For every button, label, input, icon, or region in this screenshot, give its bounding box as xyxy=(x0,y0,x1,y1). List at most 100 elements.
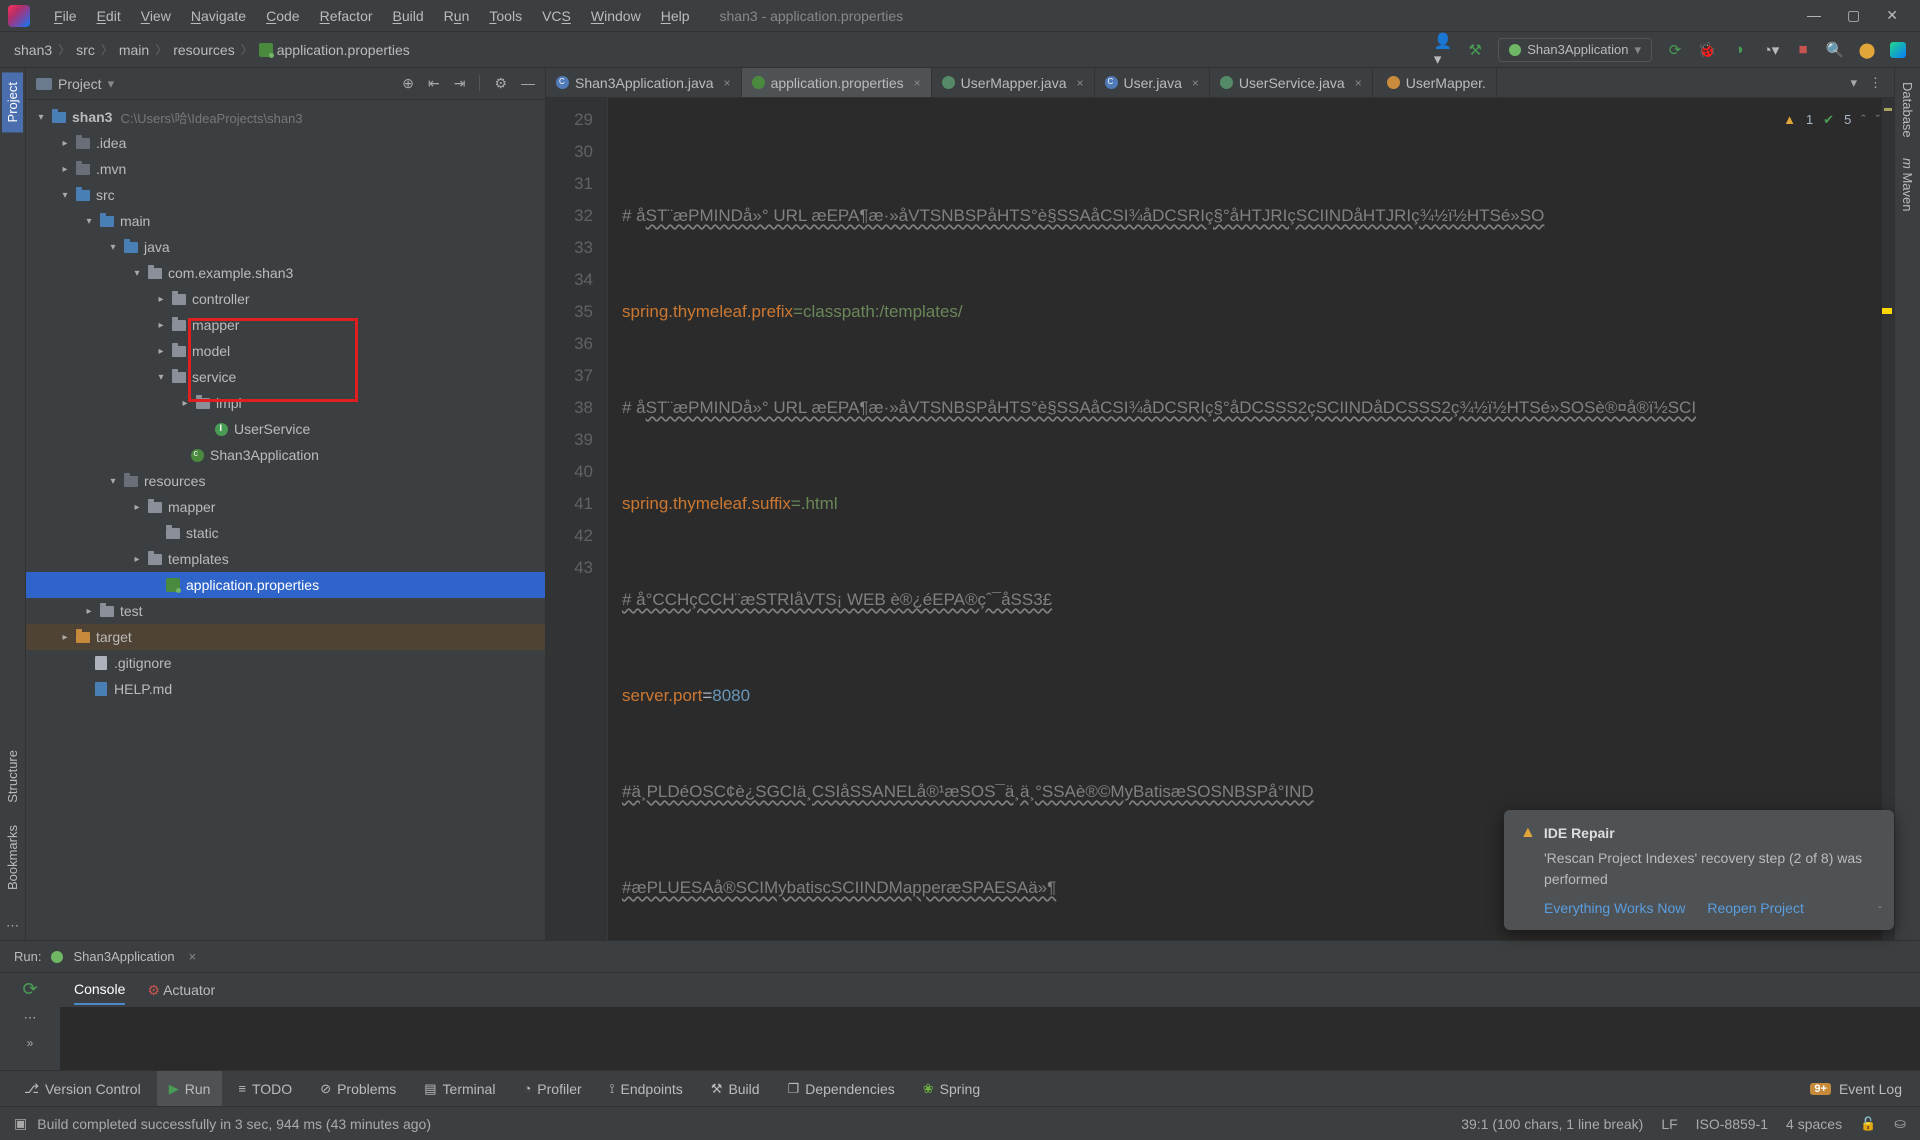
file-encoding[interactable]: ISO-8859-1 xyxy=(1696,1116,1768,1132)
tree-item-resources[interactable]: resources xyxy=(144,473,205,489)
chevron-down-icon[interactable]: ▾ xyxy=(1850,75,1857,91)
caret-position[interactable]: 39:1 (100 chars, 1 line break) xyxy=(1461,1116,1643,1132)
menu-file[interactable]: File xyxy=(44,8,87,24)
menu-edit[interactable]: Edit xyxy=(87,8,131,24)
menu-navigate[interactable]: Navigate xyxy=(181,8,256,24)
tree-item-app[interactable]: Shan3Application xyxy=(210,447,319,463)
close-tab-icon[interactable]: × xyxy=(1355,76,1362,90)
tool-database[interactable]: Database xyxy=(1897,72,1918,148)
tree-item-impl[interactable]: impl xyxy=(216,395,242,411)
tree-item-target[interactable]: target xyxy=(96,629,132,645)
tree-item-mapper[interactable]: mapper xyxy=(192,317,239,333)
user-icon[interactable]: 👤▾ xyxy=(1434,41,1452,59)
tree-item-gitignore[interactable]: .gitignore xyxy=(114,655,172,671)
hide-icon[interactable]: — xyxy=(521,75,535,92)
menu-run[interactable]: Run xyxy=(434,8,480,24)
inspection-widget[interactable]: ▲1 ✔5 ˆˇ xyxy=(1783,104,1880,136)
breadcrumb[interactable]: shan3 xyxy=(14,42,52,58)
tab-applicationproperties[interactable]: application.properties× xyxy=(742,68,932,97)
profile-icon[interactable]: ◔▾ xyxy=(1762,41,1780,59)
tree-item-test[interactable]: test xyxy=(120,603,143,619)
gear-icon[interactable]: ⚙ xyxy=(494,75,507,92)
tool-bookmarks[interactable]: Bookmarks xyxy=(2,815,23,900)
close-tab-icon[interactable]: × xyxy=(1192,76,1199,90)
toast-link-works[interactable]: Everything Works Now xyxy=(1544,900,1685,916)
stop-icon[interactable]: ■ xyxy=(1794,41,1812,59)
tree-item-src[interactable]: src xyxy=(96,187,115,203)
tab-todo[interactable]: ≡TODO xyxy=(226,1071,304,1106)
tab-shan3application[interactable]: Shan3Application.java× xyxy=(546,68,742,97)
rerun-icon[interactable]: ⟳ xyxy=(22,979,37,1000)
locate-icon[interactable]: ⊕ xyxy=(402,75,414,92)
tree-item-main[interactable]: main xyxy=(120,213,150,229)
toast-collapse-icon[interactable]: ˇ xyxy=(1878,904,1882,918)
tab-usermapper-xml[interactable]: UserMapper. xyxy=(1373,68,1497,97)
minimize-icon[interactable]: — xyxy=(1807,7,1821,24)
more-run-icon[interactable]: » xyxy=(27,1036,34,1050)
tree-item-controller[interactable]: controller xyxy=(192,291,250,307)
tool-structure[interactable]: Structure xyxy=(2,740,23,813)
menu-build[interactable]: Build xyxy=(383,8,434,24)
tree-item-idea[interactable]: .idea xyxy=(96,135,126,151)
tab-userservice[interactable]: UserService.java× xyxy=(1210,68,1373,97)
close-tab-icon[interactable]: × xyxy=(724,76,731,90)
expand-icon[interactable]: ⇤ xyxy=(428,75,440,92)
tab-usermapper[interactable]: UserMapper.java× xyxy=(932,68,1095,97)
menu-window[interactable]: Window xyxy=(581,8,651,24)
close-tab-icon[interactable]: × xyxy=(1077,76,1084,90)
menu-view[interactable]: View xyxy=(131,8,181,24)
more-tabs-icon[interactable]: ⋮ xyxy=(1869,75,1882,91)
menu-code[interactable]: Code xyxy=(256,8,309,24)
run-config-name[interactable]: Shan3Application xyxy=(73,949,174,964)
tree-item-model[interactable]: model xyxy=(192,343,230,359)
tab-user[interactable]: User.java× xyxy=(1095,68,1210,97)
tree-item-java[interactable]: java xyxy=(144,239,170,255)
tool-project[interactable]: Project xyxy=(2,72,23,132)
tree-root[interactable]: shan3 xyxy=(72,109,112,125)
tab-profiler[interactable]: ◔Profiler xyxy=(511,1071,593,1106)
tab-run[interactable]: ▶Run xyxy=(157,1071,223,1106)
breadcrumb[interactable]: main xyxy=(119,42,149,58)
close-icon[interactable]: ✕ xyxy=(1886,7,1898,24)
line-separator[interactable]: LF xyxy=(1661,1116,1677,1132)
maximize-icon[interactable]: ▢ xyxy=(1847,7,1860,24)
readonly-lock-icon[interactable]: 🔓 xyxy=(1860,1116,1876,1132)
breadcrumb[interactable]: resources xyxy=(173,42,234,58)
more-icon[interactable]: ⋯ xyxy=(0,912,25,940)
update-icon[interactable]: ⬤ xyxy=(1858,41,1876,59)
menu-tools[interactable]: Tools xyxy=(479,8,532,24)
tab-spring[interactable]: ❀Spring xyxy=(911,1071,992,1106)
run-console-output[interactable] xyxy=(60,1007,1920,1070)
tree-item-service[interactable]: service xyxy=(192,369,236,385)
run-icon[interactable]: ⟳ xyxy=(1666,41,1684,59)
build-hammer-icon[interactable]: ⚒ xyxy=(1466,41,1484,59)
close-run-icon[interactable]: × xyxy=(189,949,197,964)
tree-item-res-mapper[interactable]: mapper xyxy=(168,499,215,515)
close-tab-icon[interactable]: × xyxy=(914,76,921,90)
tree-item-appprops[interactable]: application.properties xyxy=(186,577,319,593)
status-indicator-icon[interactable]: ▣ xyxy=(14,1115,27,1132)
tree-item-userservice[interactable]: UserService xyxy=(234,421,310,437)
tab-event-log[interactable]: Event Log xyxy=(1839,1081,1902,1097)
tree-item-templates[interactable]: templates xyxy=(168,551,229,567)
tab-build[interactable]: ⚒Build xyxy=(699,1071,772,1106)
tree-item-pkg[interactable]: com.example.shan3 xyxy=(168,265,293,281)
collapse-icon[interactable]: ⇥ xyxy=(454,75,466,92)
tab-terminal[interactable]: ▤Terminal xyxy=(412,1071,507,1106)
tree-item-mvn[interactable]: .mvn xyxy=(96,161,126,177)
run-config-select[interactable]: Shan3Application ▾ xyxy=(1498,38,1652,62)
tab-version-control[interactable]: ⎇Version Control xyxy=(12,1071,153,1106)
tab-endpoints[interactable]: ⟟Endpoints xyxy=(598,1071,695,1106)
tool-maven[interactable]: m Maven xyxy=(1897,148,1918,222)
breadcrumb[interactable]: src xyxy=(76,42,95,58)
toast-link-reopen[interactable]: Reopen Project xyxy=(1707,900,1804,916)
debug-icon[interactable]: 🐞 xyxy=(1698,41,1716,59)
indent-setting[interactable]: 4 spaces xyxy=(1786,1116,1842,1132)
project-header-title[interactable]: Project xyxy=(58,76,102,92)
ide-icon[interactable] xyxy=(1890,42,1906,58)
tab-dependencies[interactable]: ❐Dependencies xyxy=(776,1071,907,1106)
breadcrumb[interactable]: application.properties xyxy=(277,42,410,58)
menu-help[interactable]: Help xyxy=(651,8,700,24)
run-tab-console[interactable]: Console xyxy=(74,975,125,1005)
coverage-icon[interactable]: ◑ xyxy=(1730,41,1748,59)
